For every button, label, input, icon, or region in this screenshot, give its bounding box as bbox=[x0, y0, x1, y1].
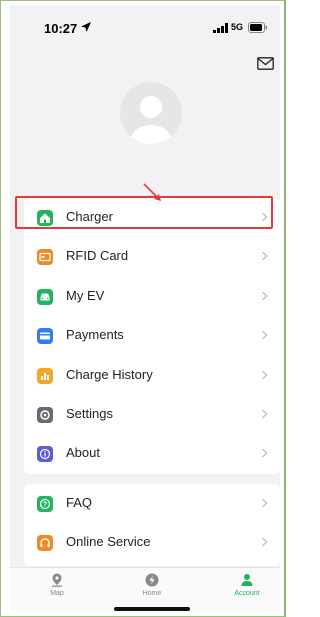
tab-account[interactable]: Account bbox=[217, 572, 277, 597]
chevron-right-icon bbox=[262, 370, 268, 380]
menu-item-label: Payments bbox=[66, 327, 124, 343]
chevron-right-icon bbox=[262, 537, 268, 547]
payment-card-icon bbox=[37, 328, 53, 345]
car-icon bbox=[37, 288, 53, 305]
menu-item-label: Settings bbox=[66, 406, 113, 421]
chevron-right-icon bbox=[262, 251, 268, 261]
lightning-icon bbox=[145, 573, 159, 587]
menu-card-support: ? FAQ Online Service bbox=[24, 484, 280, 566]
menu-item-label: Charge History bbox=[66, 366, 153, 382]
menu-item-label: Online Service bbox=[66, 534, 151, 550]
network-type: 5G bbox=[231, 22, 244, 32]
menu-item-charge-history[interactable]: Charge History bbox=[24, 356, 280, 395]
menu-item-label: RFID Card bbox=[66, 248, 129, 264]
menu-item-settings[interactable]: Settings bbox=[24, 395, 280, 434]
person-icon bbox=[241, 574, 253, 586]
menu-item-my-ev[interactable]: My EV bbox=[24, 277, 280, 316]
headset-icon bbox=[37, 535, 53, 552]
chevron-right-icon bbox=[262, 448, 268, 458]
avatar[interactable] bbox=[120, 82, 182, 144]
tab-label: Account bbox=[234, 590, 260, 597]
phone-screen: 10:27 5G Charger RFID Card My EV Payments Ch… bbox=[10, 5, 280, 613]
svg-text:?: ? bbox=[43, 502, 47, 509]
menu-item-about[interactable]: About bbox=[24, 434, 280, 473]
map-pin-icon bbox=[52, 573, 62, 587]
menu-item-label: My EV bbox=[66, 287, 105, 303]
menu-item-online-service[interactable]: Online Service bbox=[24, 523, 280, 562]
status-time: 10:27 bbox=[44, 21, 78, 36]
chevron-right-icon bbox=[262, 330, 268, 340]
signal-icon bbox=[213, 23, 228, 33]
chevron-right-icon bbox=[262, 498, 268, 508]
user-silhouette-icon bbox=[130, 96, 172, 144]
menu-card: Charger RFID Card My EV Payments Charge Hist… bbox=[24, 198, 280, 474]
settings-icon bbox=[37, 407, 53, 423]
location-arrow-icon bbox=[81, 22, 91, 32]
tab-label: Map bbox=[50, 590, 64, 597]
home-indicator bbox=[114, 607, 190, 611]
red-arrow-icon bbox=[143, 183, 161, 201]
card-icon bbox=[37, 249, 53, 266]
question-icon: ? bbox=[37, 496, 53, 512]
bar-chart-icon bbox=[37, 367, 53, 384]
mail-icon[interactable] bbox=[257, 57, 274, 70]
chevron-right-icon bbox=[262, 291, 268, 301]
menu-item-label: FAQ bbox=[66, 495, 93, 510]
menu-item-payments[interactable]: Payments bbox=[24, 316, 280, 355]
chevron-right-icon bbox=[262, 409, 268, 419]
menu-item-faq[interactable]: ? FAQ bbox=[24, 484, 280, 523]
info-icon bbox=[37, 446, 53, 463]
tab-home[interactable]: Home bbox=[122, 572, 182, 597]
menu-item-rfid-card[interactable]: RFID Card bbox=[24, 237, 280, 276]
menu-item-label: About bbox=[66, 445, 100, 461]
tab-map[interactable]: Map bbox=[27, 572, 87, 597]
tab-label: Home bbox=[142, 590, 162, 597]
status-bar: 10:27 5G bbox=[10, 5, 280, 49]
battery-icon bbox=[248, 22, 267, 33]
